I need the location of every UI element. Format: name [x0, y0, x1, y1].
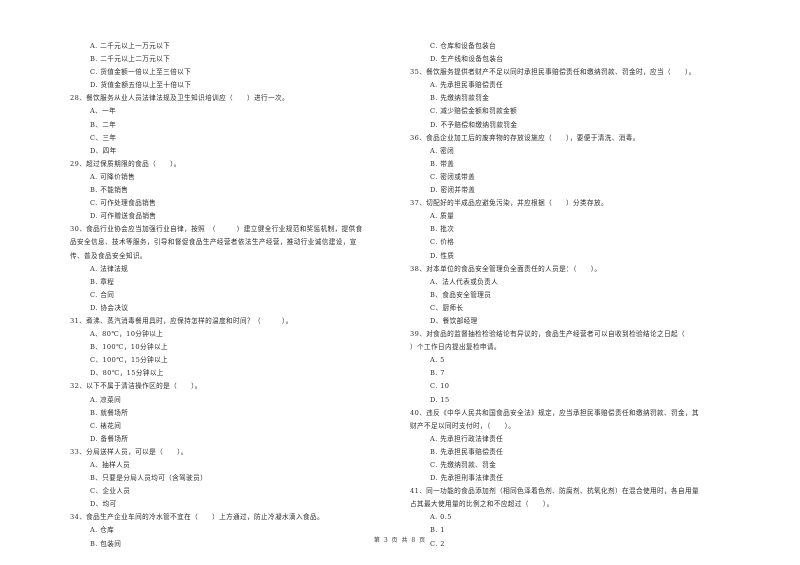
- answer-option: A. 质量: [430, 212, 455, 221]
- question-text: 占其最大使用量的比例之和不应超过（ ）。: [410, 500, 554, 509]
- answer-option: A. 先承担行政法律责任: [430, 434, 504, 443]
- answer-option: A. 法律法规: [90, 264, 129, 273]
- answer-option: A. 密闭: [430, 146, 455, 155]
- question-text: 38、对本单位的食品安全管理负全面责任的人员是：（ ）。: [410, 264, 602, 273]
- answer-option: A、一年: [90, 107, 117, 116]
- question-text: 32、以下不属于清洁操作区的是（ ）。: [70, 382, 202, 391]
- answer-option: C、厨师长: [430, 303, 464, 312]
- answer-option: B. 章程: [90, 277, 115, 286]
- question-text: 30、食品行业协会应当加强行业自律，按照 （ ）建立健全行业规范和奖惩机制，提供…: [70, 225, 363, 234]
- question-text: 品安全信息、技术等服务，引导和督促食品生产经营者依法生产经营，推动行业诚信建设，…: [70, 238, 357, 247]
- answer-option: D、80℃，15分钟以上: [90, 369, 164, 378]
- question-text: 传、普及食品安全知识。: [70, 251, 147, 260]
- answer-option: D、餐饮部经理: [430, 316, 478, 325]
- answer-option: C. 价格: [430, 238, 455, 247]
- answer-option: D. 备餐场所: [90, 434, 129, 443]
- question-text: 34、食品生产企业车间的冷水管不宜在（ ）上方通过，防止冷凝水滴入食品。: [70, 513, 324, 522]
- page-footer: 第 3 页 共 8 页: [373, 537, 427, 544]
- answer-option: A. 可降价销售: [90, 172, 136, 181]
- answer-option: C、100℃，15分钟以上: [90, 356, 169, 365]
- answer-option: D. 可作赠送食品销售: [90, 212, 157, 221]
- answer-option: B. 就餐场所: [90, 408, 129, 417]
- answer-option: D. 协会决议: [90, 303, 129, 312]
- question-text: 36、食品企业加工后的废弃物的存放设施应（ ），要便于清洗、消毒。: [410, 133, 640, 142]
- question-text: 33、分局送样人员，可以是（ ）。: [70, 447, 188, 456]
- answer-option: B、只要是分局人员均可（含驾驶员）: [90, 474, 208, 483]
- answer-option: A. 先承担民事赔偿责任: [430, 81, 504, 90]
- answer-option: A、抽样人员: [90, 461, 131, 469]
- answer-option: C. 先缴纳罚款、罚金: [430, 461, 497, 469]
- question-text: 39、对食品的监督抽检检验结论有异议的，食品生产经营者可以自收到检验结论之日起（: [410, 330, 685, 339]
- answer-option: C. 合同: [90, 290, 115, 299]
- answer-option: B. 不能销售: [90, 186, 129, 195]
- question-text: 37、切配好的半成品应避免污染，并应根据（ ）分类存放。: [410, 199, 609, 208]
- answer-option: C. 减少赔偿金额和罚款金额: [430, 107, 518, 116]
- answer-option: B. 7: [430, 369, 445, 378]
- answer-option: C. 10: [430, 382, 450, 391]
- answer-option: C. 仓库和设备包装台: [430, 42, 497, 50]
- answer-option: A. 二千元以上一万元以下: [90, 42, 171, 50]
- answer-option: A、法人代表或负责人: [430, 277, 499, 286]
- left-column: A. 二千元以上一万元以下 B. 二千元以上二万元以下 C. 货值金额一倍以上至三倍…: [70, 40, 410, 551]
- question-text: 31、煮沸、蒸汽消毒餐用具时，应保持怎样的温度和时间？（ ）。: [70, 316, 293, 325]
- question-text: 28、餐饮服务从业人员法律法规及卫生知识培训应（ ）进行一次。: [70, 94, 290, 103]
- answer-option: C. 可作处理食品销售: [90, 199, 157, 208]
- answer-option: B. 带盖: [430, 159, 455, 168]
- answer-option: A. 凉菜间: [90, 395, 122, 404]
- answer-option: D. 不予赔偿和缴纳罚款罚金: [430, 120, 518, 129]
- answer-option: A. 0.5: [430, 513, 452, 522]
- answer-option: B、二年: [90, 120, 117, 129]
- answer-option: B. 批次: [430, 225, 455, 234]
- answer-option: D. 货值金额五倍以上至十倍以下: [90, 81, 192, 90]
- answer-option: C. 裱花间: [90, 421, 122, 430]
- answer-option: C. 货值金额一倍以上至三倍以下: [90, 68, 192, 77]
- answer-option: B. 先缴纳罚款罚金: [430, 94, 490, 103]
- answer-option: D、均可: [90, 500, 117, 509]
- question-text: ）个工作日内提出复检申请。: [410, 343, 501, 352]
- answer-option: C、企业人员: [90, 487, 131, 496]
- answer-option: B、100℃，10分钟以上: [90, 343, 168, 352]
- answer-option: B. 二千元以上二万元以下: [90, 55, 171, 64]
- question-text: 29、超过保质期限的食品（ ）。: [70, 159, 181, 168]
- answer-option: C. 密闭或带盖: [430, 172, 476, 181]
- right-column: C. 仓库和设备包装台 D. 生产线和设备包装台 35、餐饮服务提供者财产不足以同时…: [410, 40, 760, 551]
- answer-option: D. 生产线和设备包装台: [430, 55, 504, 64]
- question-text: 41、同一功能的食品添加剂（相同色泽着色剂、防腐剂、抗氧化剂）在混合使用时，各自…: [410, 487, 699, 496]
- answer-option: A. 5: [430, 356, 445, 365]
- answer-option: D. 先承担刑事法律责任: [430, 474, 504, 483]
- question-text: 40、违反《中华人民共和国食品安全法》规定，应当承担民事赔偿责任和缴纳罚款、罚金…: [410, 408, 699, 417]
- answer-option: D、四年: [90, 146, 117, 155]
- answer-option: A、80℃，10分钟以上: [90, 330, 164, 339]
- answer-option: B、食品安全管理员: [430, 290, 492, 299]
- answer-option: C、三年: [90, 133, 117, 142]
- question-text: 35、餐饮服务提供者财产不足以同时承担民事赔偿责任和缴纳罚款、罚金时，应当（ ）…: [410, 68, 696, 77]
- answer-option: D. 性质: [430, 251, 455, 260]
- answer-option: B. 先承担民事赔偿责任: [430, 447, 504, 456]
- answer-option: D. 15: [430, 395, 450, 404]
- question-text: 财产不足以同时支付时，（ ）。: [410, 421, 516, 430]
- answer-option: D. 密闭并带盖: [430, 186, 476, 195]
